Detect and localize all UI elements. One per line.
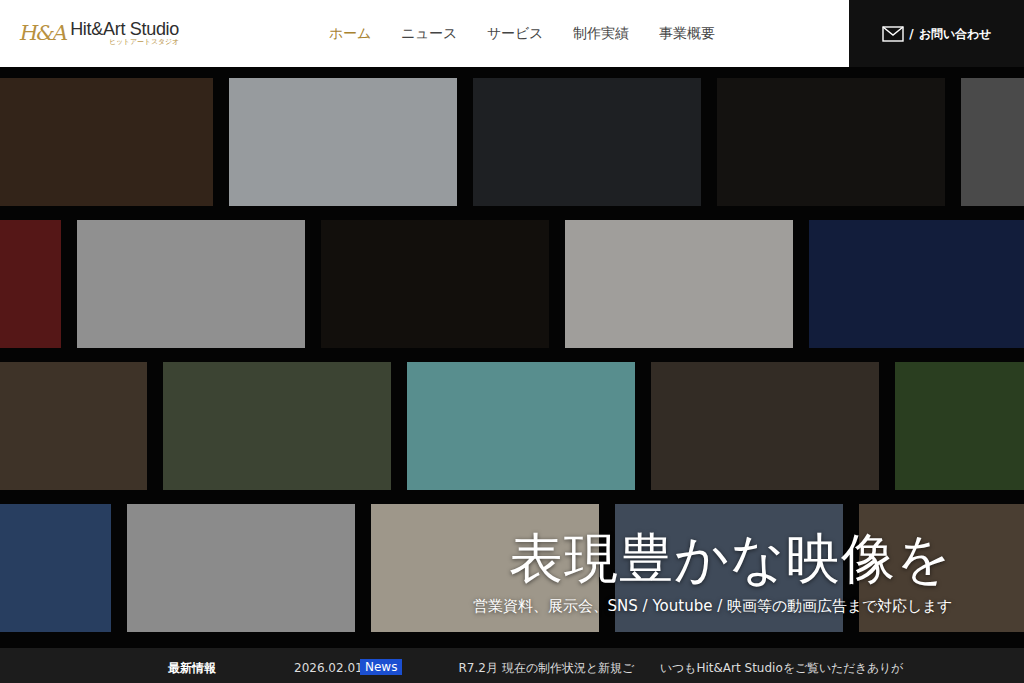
header-main: H&A Hit&Art Studio ヒットアートスタジオ ホーム ニュース サービ… (0, 0, 849, 67)
contact-button[interactable]: / お問い合わせ (849, 0, 1024, 67)
nav-item[interactable]: ニュース (401, 23, 457, 43)
nav-item[interactable]: サービス (487, 23, 543, 43)
nav-item[interactable]: 事業概要 (659, 23, 715, 43)
hero-copy: 表現豊かな映像を 営業資料、展示会、SNS / Youtube / 映画等の動画… (473, 525, 952, 617)
mail-icon (882, 26, 904, 42)
news-title[interactable]: R7.2月 現在の制作状況と新規ご (458, 659, 660, 677)
logo-mark[interactable]: H&A (20, 23, 66, 44)
brand-name[interactable]: Hit&Art Studio (70, 20, 179, 39)
contact-label[interactable]: お問い合わせ (919, 25, 991, 43)
brand-text: Hit&Art Studio ヒットアートスタジオ (70, 20, 179, 46)
nav-item[interactable]: ホーム (329, 23, 371, 43)
brand-sub: ヒットアートスタジオ (109, 39, 179, 46)
news-heading: 最新情報 (168, 659, 294, 677)
news-date: 2026.02.01 (294, 659, 360, 677)
site-header: H&A Hit&Art Studio ヒットアートスタジオ ホーム ニュース サービ… (0, 0, 1024, 67)
hero-title: 表現豊かな映像を (473, 525, 952, 593)
brand-logo[interactable]: H&A Hit&Art Studio ヒットアートスタジオ (20, 20, 179, 46)
hero-subtitle: 営業資料、展示会、SNS / Youtube / 映画等の動画広告まで対応します (473, 595, 952, 618)
news-tag: News (360, 659, 402, 675)
news-strip: 最新情報 2026.02.01News R7.2月 現在の制作状況と新規ごいつもH… (0, 648, 1024, 683)
nav-item[interactable]: 制作実績 (573, 23, 629, 43)
contact-separator: / (909, 25, 913, 43)
news-intro: いつもHit&Art Studioをご覧いただきありが (660, 659, 902, 677)
main-nav: ホーム ニュース サービス 制作実績 事業概要 (329, 23, 715, 43)
hero: 表現豊かな映像を 営業資料、展示会、SNS / Youtube / 映画等の動画… (0, 67, 1024, 648)
